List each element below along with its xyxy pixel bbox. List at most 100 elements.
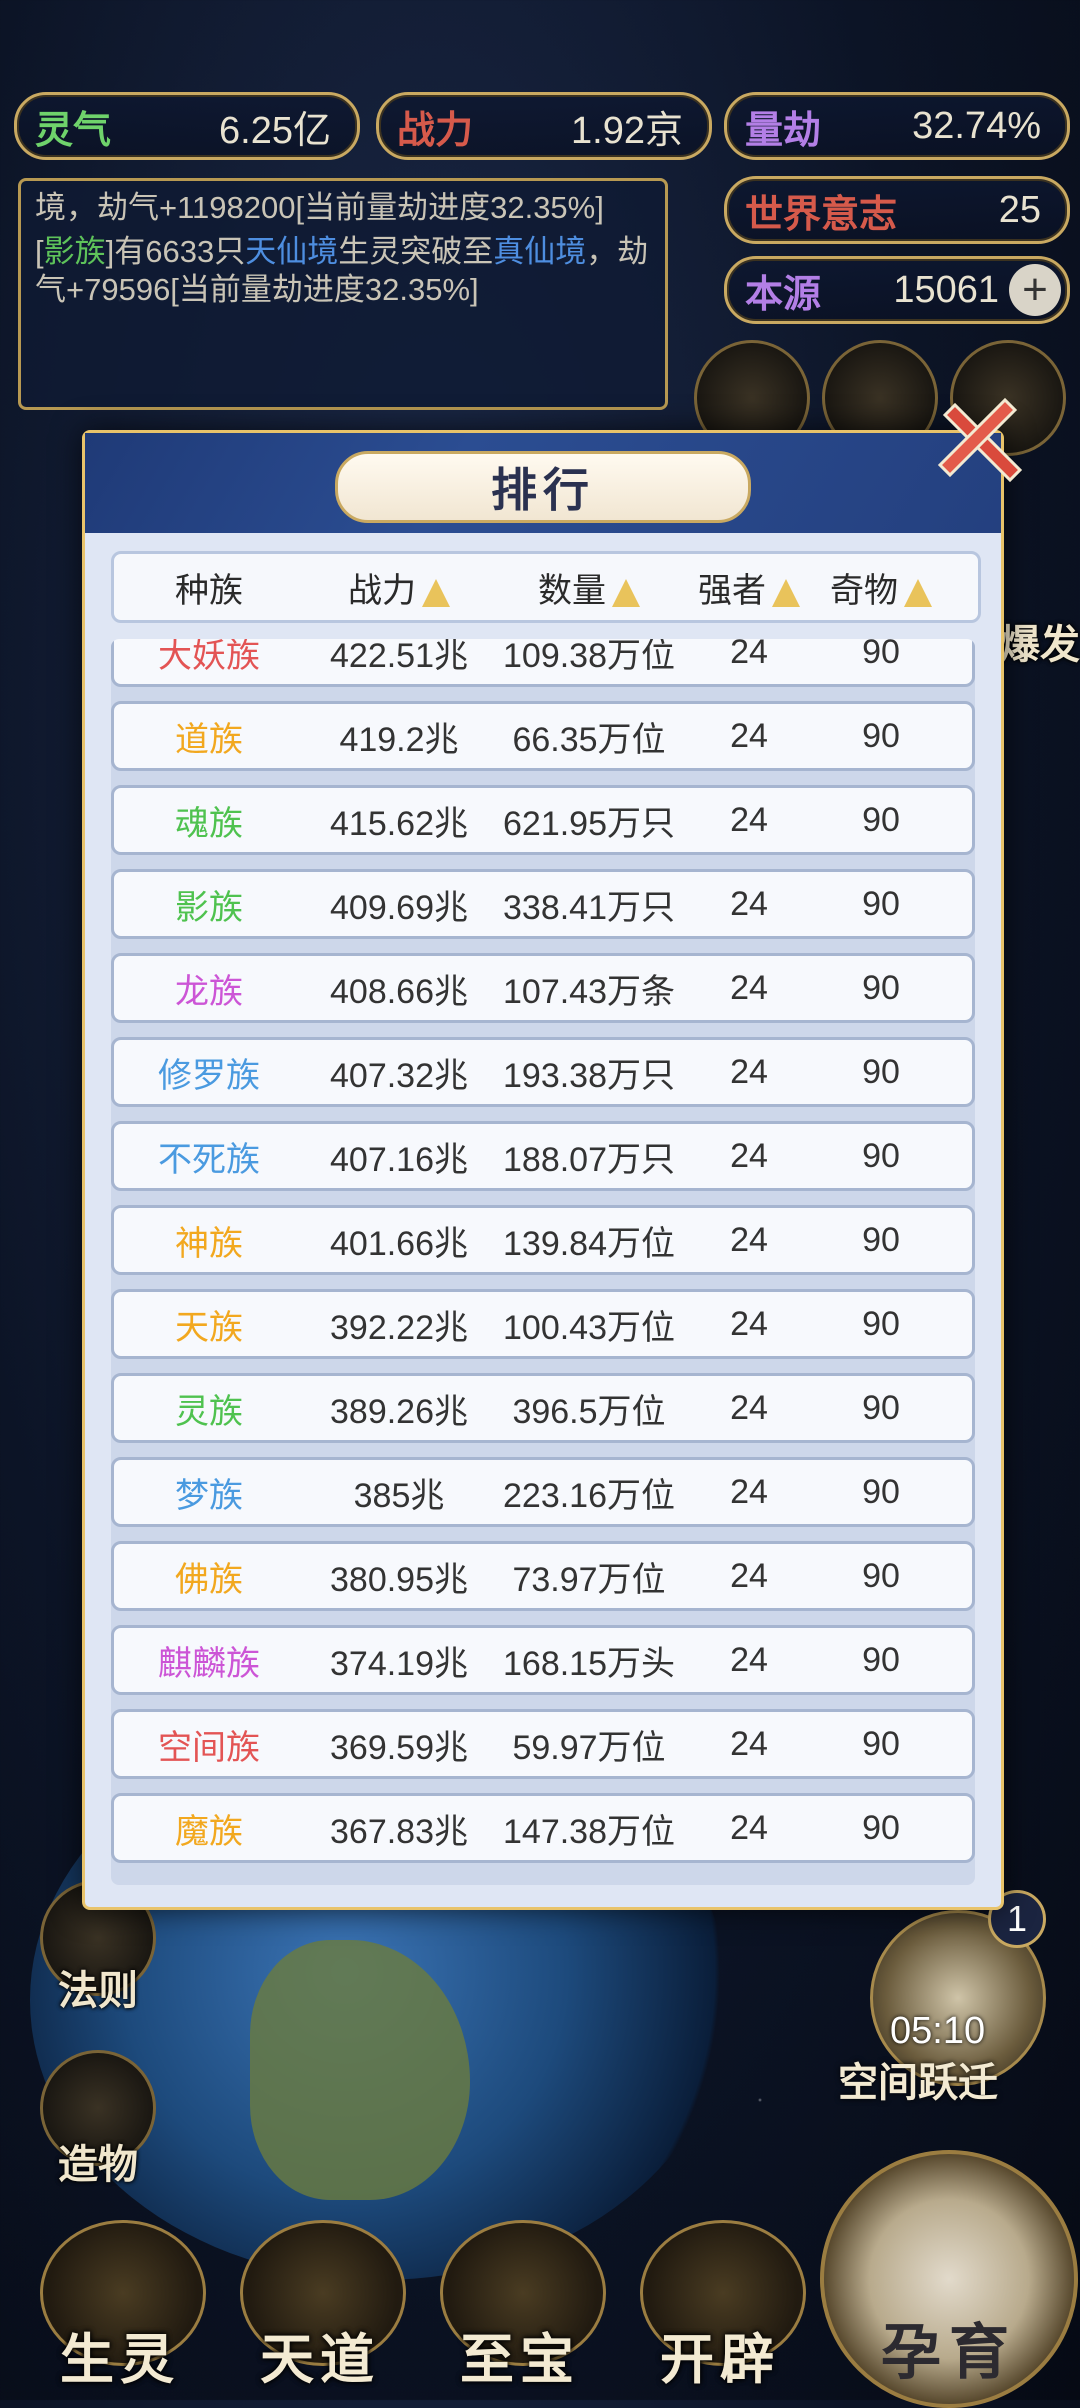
table-row[interactable]: 龙族 408.66兆 107.43万条 24 90 [111,953,975,1023]
table-row[interactable]: 麒麟族 374.19兆 168.15万头 24 90 [111,1625,975,1695]
item-cell: 90 [862,1724,900,1763]
modal-title: 排行 [335,451,751,523]
benyuan-stat[interactable]: 本源 15061 + [724,256,1070,324]
race-cell: 道族 [175,720,243,759]
create-button-label[interactable]: 造物 [58,2132,138,2190]
power-cell: 380.95兆 [330,1560,468,1599]
table-row[interactable]: 修罗族 407.32兆 193.38万只 24 90 [111,1037,975,1107]
count-cell: 66.35万位 [512,720,666,759]
race-cell: 空间族 [158,1728,260,1767]
strong-cell: 24 [730,884,768,923]
close-icon [937,397,1023,483]
ranking-list[interactable]: 大妖族 422.51兆 109.38万位 24 90 道族 419.2兆 66.35万位 24 9… [111,639,975,1885]
item-cell: 90 [862,1052,900,1091]
strong-cell: 24 [730,1220,768,1259]
table-row[interactable]: 不死族 407.16兆 188.07万只 24 90 [111,1121,975,1191]
table-row[interactable]: 空间族 369.59兆 59.97万位 24 90 [111,1709,975,1779]
race-cell: 龙族 [175,972,243,1011]
table-row[interactable]: 大妖族 422.51兆 109.38万位 24 90 [111,639,975,687]
race-cell: 灵族 [175,1392,243,1431]
nav-tiandao[interactable]: 天道 [220,2200,420,2400]
count-cell: 139.84万位 [503,1224,675,1263]
sort-arrow-icon [772,578,800,607]
race-cell: 佛族 [175,1560,243,1599]
power-cell: 415.62兆 [330,804,468,843]
space-jump-timer: 05:10 [890,2010,986,2052]
nav-zhibao[interactable]: 至宝 [420,2200,620,2400]
item-cell: 90 [862,1220,900,1259]
count-cell: 147.38万位 [503,1812,675,1851]
count-cell: 396.5万位 [512,1392,666,1431]
header-item[interactable]: 奇物 [814,563,948,612]
lingqi-label: 灵气 [35,109,112,152]
world-will-stat[interactable]: 世界意志 25 [724,176,1070,244]
nav-kaipi[interactable]: 开辟 [620,2200,820,2400]
count-cell: 73.97万位 [512,1560,666,1599]
item-cell: 90 [862,968,900,1007]
table-row[interactable]: 道族 419.2兆 66.35万位 24 90 [111,701,975,771]
table-row[interactable]: 灵族 389.26兆 396.5万位 24 90 [111,1373,975,1443]
header-count[interactable]: 数量 [494,563,684,612]
table-row[interactable]: 梦族 385兆 223.16万位 24 90 [111,1457,975,1527]
item-cell: 90 [862,639,900,671]
table-row[interactable]: 神族 401.66兆 139.84万位 24 90 [111,1205,975,1275]
strong-cell: 24 [730,1472,768,1511]
event-log: 境，劫气+1198200[当前量劫进度32.35%] [影族]有6633只天仙境… [18,178,668,410]
strong-cell: 24 [730,1556,768,1595]
table-row[interactable]: 魔族 367.83兆 147.38万位 24 90 [111,1793,975,1863]
world-will-label: 世界意志 [745,193,898,236]
sort-arrow-icon [904,578,932,607]
nav-shengling[interactable]: 生灵 [20,2200,220,2400]
explode-label: 爆发 [1000,623,1080,667]
header-strong[interactable]: 强者 [684,563,814,612]
power-cell: 389.26兆 [330,1392,468,1431]
header-power[interactable]: 战力 [304,563,494,612]
header-race[interactable]: 种族 [114,563,304,612]
power-cell: 408.66兆 [330,972,468,1011]
table-header: 种族 战力 数量 强者 奇物 [111,551,981,623]
lingqi-value: 6.25亿 [219,109,331,152]
log-line-2: [影族]有6633只天仙境生灵突破至真仙境，劫气+79596[当前量劫进度32.… [35,234,649,307]
item-cell: 90 [862,800,900,839]
count-cell: 338.41万只 [503,888,675,927]
strong-cell: 24 [730,1304,768,1343]
power-cell: 369.59兆 [330,1728,468,1767]
race-cell: 大妖族 [158,639,260,675]
power-cell: 385兆 [353,1476,445,1515]
table-row[interactable]: 魂族 415.62兆 621.95万只 24 90 [111,785,975,855]
race-cell: 魂族 [175,804,243,843]
race-cell: 麒麟族 [158,1644,260,1683]
liangjie-stat[interactable]: 量劫 32.74% [724,92,1070,160]
item-cell: 90 [862,1472,900,1511]
zhanli-value: 1.92京 [571,109,683,152]
count-cell: 188.07万只 [503,1140,675,1179]
law-button-label[interactable]: 法则 [58,1958,138,2016]
power-cell: 422.51兆 [330,639,468,675]
item-cell: 90 [862,1640,900,1679]
table-row[interactable]: 佛族 380.95兆 73.97万位 24 90 [111,1541,975,1611]
power-cell: 407.16兆 [330,1140,468,1179]
count-cell: 621.95万只 [503,804,675,843]
zhanli-label: 战力 [397,109,474,152]
strong-cell: 24 [730,639,768,671]
item-cell: 90 [862,1808,900,1847]
add-icon[interactable]: + [1009,264,1061,316]
lingqi-stat[interactable]: 灵气 6.25亿 [14,92,360,160]
benyuan-value: 15061 [893,268,999,311]
nurture-button[interactable]: 孕育 [820,2150,1078,2408]
close-button[interactable] [930,395,1030,495]
strong-cell: 24 [730,1724,768,1763]
power-cell: 374.19兆 [330,1644,468,1683]
item-cell: 90 [862,1304,900,1343]
zhanli-stat[interactable]: 战力 1.92京 [376,92,712,160]
world-will-value: 25 [998,188,1041,231]
item-cell: 90 [862,1556,900,1595]
benyuan-label: 本源 [745,273,822,316]
strong-cell: 24 [730,1388,768,1427]
liangjie-value: 32.74% [912,104,1041,147]
table-row[interactable]: 天族 392.22兆 100.43万位 24 90 [111,1289,975,1359]
strong-cell: 24 [730,1808,768,1847]
table-row[interactable]: 影族 409.69兆 338.41万只 24 90 [111,869,975,939]
strong-cell: 24 [730,1052,768,1091]
race-cell: 神族 [175,1224,243,1263]
